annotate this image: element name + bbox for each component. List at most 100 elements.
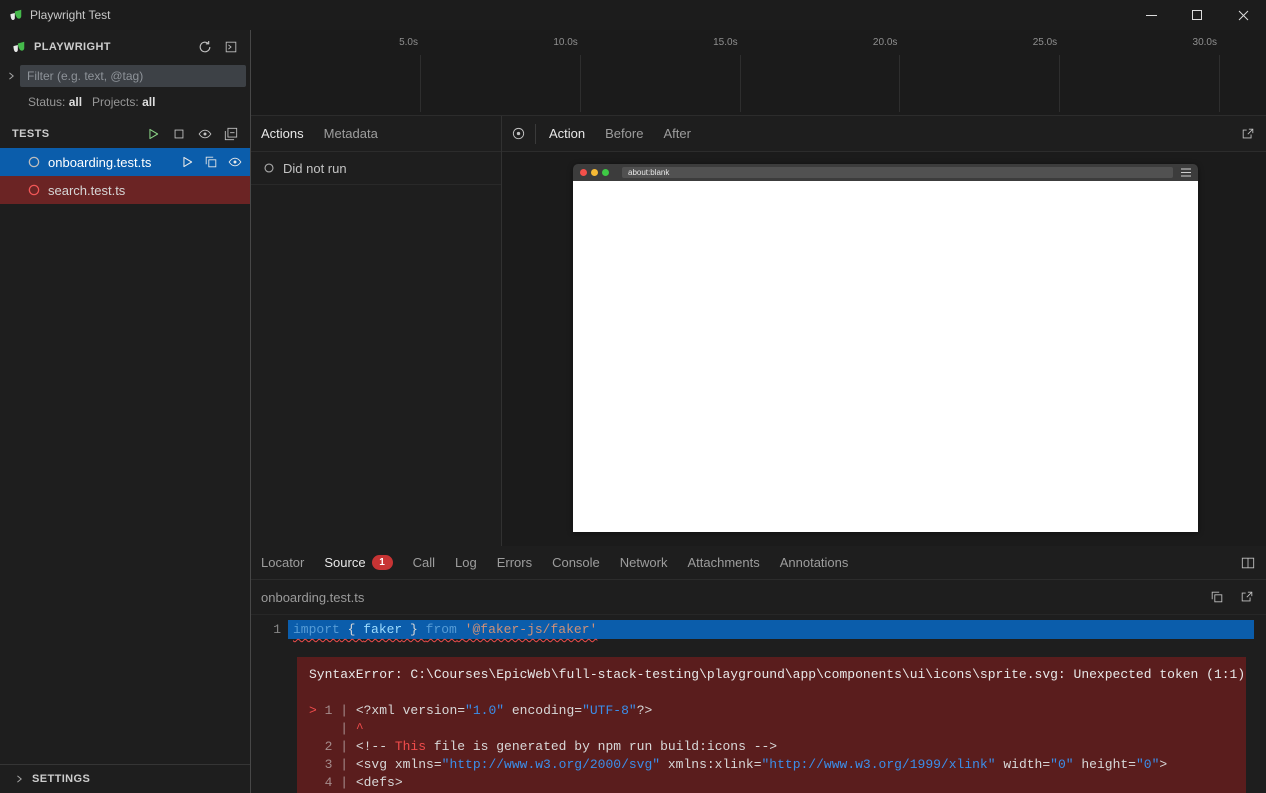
snapshot-panel: ActionBeforeAfter about:blank — [502, 116, 1266, 546]
watch-all-button[interactable] — [196, 125, 214, 143]
tab-before[interactable]: Before — [595, 116, 653, 151]
source-line-1: 1 import { faker } from '@faker-js/faker… — [251, 620, 1266, 639]
test-status-circle-icon — [27, 155, 41, 169]
actions-empty-row: Did not run — [251, 152, 501, 185]
tab-source[interactable]: Source1 — [314, 546, 402, 579]
browser-menu-icon — [1181, 168, 1191, 177]
error-count-badge: 1 — [372, 555, 393, 570]
actions-tabbar: ActionsMetadata — [251, 116, 501, 152]
settings-section-header[interactable]: SETTINGS — [0, 764, 250, 793]
middle-panels: ActionsMetadata Did not run ActionBefore… — [251, 116, 1266, 546]
browser-chrome-bar: about:blank — [573, 164, 1198, 181]
test-row[interactable]: search.test.ts — [0, 176, 250, 204]
error-frame-line: 4 | <defs> — [309, 774, 1234, 792]
tab-locator[interactable]: Locator — [251, 546, 314, 579]
timeline-tick-label: 15.0s — [713, 37, 737, 48]
reload-tests-button[interactable] — [196, 38, 214, 56]
collapse-all-button[interactable] — [222, 125, 240, 143]
timeline-gridline: 5.0s — [420, 55, 421, 112]
tab-attachments[interactable]: Attachments — [677, 546, 769, 579]
timeline-tick-label: 10.0s — [553, 37, 577, 48]
maximize-button[interactable] — [1174, 0, 1220, 30]
source-file-bar: onboarding.test.ts — [251, 580, 1266, 615]
timeline-gridline: 25.0s — [1059, 55, 1060, 112]
actions-empty-message: Did not run — [283, 161, 347, 176]
status-filter-label: Projects: — [92, 95, 139, 109]
settings-title: SETTINGS — [32, 773, 90, 785]
test-row-actions — [180, 155, 242, 169]
tab-errors[interactable]: Errors — [487, 546, 542, 579]
chevron-right-icon — [14, 774, 24, 784]
timeline-gridline: 20.0s — [899, 55, 900, 112]
tab-metadata[interactable]: Metadata — [314, 116, 388, 151]
main-area: 5.0s10.0s15.0s20.0s25.0s30.0s ActionsMet… — [251, 30, 1266, 793]
test-name: search.test.ts — [48, 183, 242, 198]
address-bar-url: about:blank — [628, 169, 669, 177]
traffic-light-green-icon — [602, 169, 609, 176]
copy-source-button[interactable] — [1208, 588, 1226, 606]
tab-after[interactable]: After — [653, 116, 700, 151]
toggle-split-view-button[interactable] — [1239, 554, 1257, 572]
minimize-button[interactable] — [1128, 0, 1174, 30]
tests-title: TESTS — [12, 128, 49, 140]
run-all-button[interactable] — [144, 125, 162, 143]
toggle-output-button[interactable] — [222, 38, 240, 56]
bottom-tabs: LocatorSource1CallLogErrorsConsoleNetwor… — [251, 546, 858, 579]
tab-actions[interactable]: Actions — [251, 116, 314, 151]
timeline-tick-label: 5.0s — [399, 37, 418, 48]
line-number: 1 — [251, 620, 288, 639]
bottom-tabbar: LocatorSource1CallLogErrorsConsoleNetwor… — [251, 546, 1266, 580]
syntax-error-block: SyntaxError: C:\Courses\EpicWeb\full-sta… — [297, 657, 1246, 793]
status-filter[interactable]: Projects: all — [92, 95, 155, 109]
sidebar-header: PLAYWRIGHT — [0, 32, 250, 62]
open-source-external-button[interactable] — [1238, 588, 1256, 606]
error-frame-line: 3 | <svg xmlns="http://www.w3.org/2000/s… — [309, 756, 1234, 774]
timeline-gridline: 10.0s — [580, 55, 581, 112]
timeline-gridline: 30.0s — [1219, 55, 1220, 112]
error-frame-line: | ^ — [309, 720, 1234, 738]
watch-test-icon[interactable] — [228, 155, 242, 169]
sidebar-title: PLAYWRIGHT — [34, 41, 111, 53]
error-code-frame: > 1 | <?xml version="1.0" encoding="UTF-… — [309, 702, 1234, 792]
tab-log[interactable]: Log — [445, 546, 487, 579]
close-button[interactable] — [1220, 0, 1266, 30]
chevron-right-icon[interactable] — [6, 71, 16, 81]
tab-annotations[interactable]: Annotations — [770, 546, 859, 579]
open-source-file-icon[interactable] — [204, 155, 218, 169]
test-status-circle-icon — [27, 183, 41, 197]
window-title: Playwright Test — [30, 8, 110, 22]
status-filters-line: Status: all Projects: all — [0, 90, 250, 114]
timeline[interactable]: 5.0s 10.0s 15.0s 20.0s 25.0s 30.0s — [251, 30, 1266, 116]
tests-section-header: TESTS — [0, 120, 250, 148]
source-file-name: onboarding.test.ts — [261, 590, 364, 605]
browser-page-blank — [573, 181, 1198, 532]
open-snapshot-external-button[interactable] — [1239, 125, 1257, 143]
status-filter-value: all — [69, 95, 82, 109]
status-filter[interactable]: Status: all — [28, 95, 82, 109]
stop-button[interactable] — [170, 125, 188, 143]
traffic-light-yellow-icon — [591, 169, 598, 176]
tab-action[interactable]: Action — [539, 116, 595, 151]
filter-input[interactable] — [20, 65, 246, 87]
test-row[interactable]: onboarding.test.ts — [0, 148, 250, 176]
error-frame-line: 2 | <!-- This file is generated by npm r… — [309, 738, 1234, 756]
pick-locator-icon[interactable] — [502, 124, 536, 144]
actions-panel: ActionsMetadata Did not run — [251, 116, 502, 546]
traffic-light-red-icon — [580, 169, 587, 176]
tab-call[interactable]: Call — [403, 546, 445, 579]
timeline-tick-label: 20.0s — [873, 37, 897, 48]
sidebar: PLAYWRIGHT Status: all Projects: all TEST… — [0, 30, 251, 793]
bottom-panel: LocatorSource1CallLogErrorsConsoleNetwor… — [251, 546, 1266, 793]
source-line-code: import { faker } from '@faker-js/faker' — [288, 620, 1254, 639]
source-code-view[interactable]: 1 import { faker } from '@faker-js/faker… — [251, 615, 1266, 793]
timeline-gridline: 15.0s — [740, 55, 741, 112]
address-bar: about:blank — [622, 167, 1173, 178]
tab-console[interactable]: Console — [542, 546, 610, 579]
titlebar: Playwright Test — [0, 0, 1266, 30]
run-test-icon[interactable] — [180, 155, 194, 169]
snapshot-tabs: ActionBeforeAfter — [539, 116, 701, 151]
timeline-tick-label: 25.0s — [1033, 37, 1057, 48]
tab-network[interactable]: Network — [610, 546, 678, 579]
snapshot-tabbar: ActionBeforeAfter — [502, 116, 1266, 152]
error-message: SyntaxError: C:\Courses\EpicWeb\full-sta… — [309, 666, 1234, 684]
